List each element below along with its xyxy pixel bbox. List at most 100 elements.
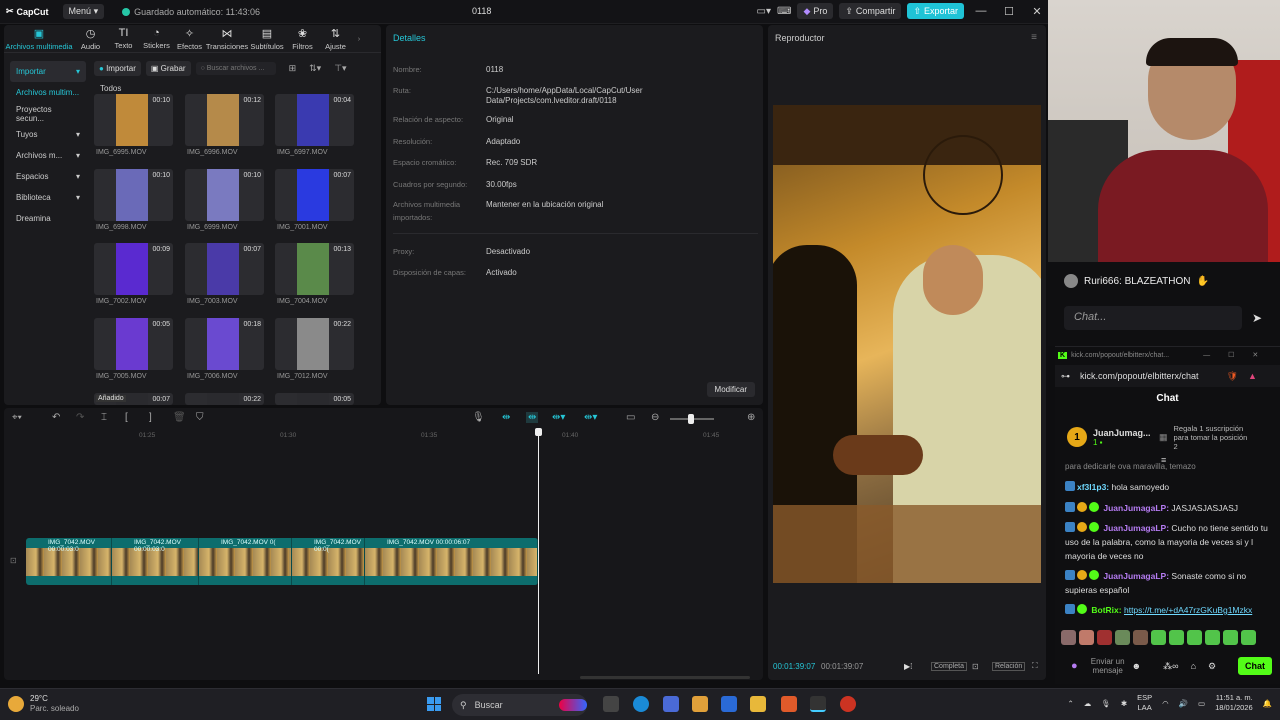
layout-icon[interactable]: ▭▾ xyxy=(757,6,771,17)
notifications-icon[interactable]: 🔔 xyxy=(1263,699,1272,708)
capcut-taskbar-icon[interactable] xyxy=(810,696,826,712)
edge-icon[interactable] xyxy=(633,696,649,712)
record-button[interactable]: ▣ Grabar xyxy=(145,61,191,76)
tab-transitions[interactable]: ⋈ Transiciones xyxy=(206,25,248,52)
more-tabs-chevron-icon[interactable]: › xyxy=(352,25,366,52)
undo-icon[interactable]: ↶ xyxy=(52,412,60,423)
send-message-input[interactable]: Enviar un mensaje xyxy=(1088,657,1128,675)
language-indicator[interactable]: ESP LAA xyxy=(1137,693,1152,713)
split-icon[interactable]: ⌶ xyxy=(101,412,107,423)
chat-send-button[interactable]: Chat xyxy=(1238,657,1272,675)
trim-left-icon[interactable]: [ xyxy=(125,412,128,423)
media-thumbnail[interactable]: 00:05 xyxy=(94,318,173,370)
playhead[interactable] xyxy=(535,428,542,674)
media-thumbnail[interactable]: 00:09 xyxy=(94,243,173,295)
emote[interactable] xyxy=(1061,630,1076,645)
full-quality-button[interactable]: Completa xyxy=(931,662,967,671)
zoom-slider[interactable] xyxy=(670,414,714,424)
tab-subtitles[interactable]: ▤ Subtítulos xyxy=(248,25,286,52)
sidebar-item-import[interactable]: Importar ▾ xyxy=(10,61,86,82)
gear-icon[interactable]: ⚙ xyxy=(1208,661,1216,672)
media-thumbnail[interactable]: 00:12 xyxy=(185,94,264,146)
shortcuts-icon[interactable]: ⌨ xyxy=(777,6,791,17)
bluetooth-icon[interactable]: ✱ xyxy=(1121,699,1127,708)
media-thumbnail[interactable]: 00:10 xyxy=(94,94,173,146)
trim-right-icon[interactable]: ] xyxy=(149,412,152,423)
chat-user[interactable]: BotRix: xyxy=(1091,605,1121,615)
media-search-input[interactable]: ○ Buscar archivos ... xyxy=(195,62,276,75)
maximize-icon[interactable]: ☐ xyxy=(998,5,1020,18)
emote[interactable] xyxy=(1133,630,1148,645)
cloud-icon[interactable]: ☁ xyxy=(1084,699,1092,708)
copilot-icon[interactable] xyxy=(663,696,679,712)
emote[interactable] xyxy=(1205,630,1220,645)
taskbar-search[interactable]: ⚲ Buscar xyxy=(452,694,587,716)
brave-shield-icon[interactable]: 🛡 xyxy=(1227,371,1238,382)
weather-widget[interactable]: 29°C Parc. soleado xyxy=(8,694,79,714)
video-track[interactable]: IMG_7042.MOV 00:00:03:0 IMG_7042.MOV 00:0… xyxy=(26,538,538,585)
emote[interactable] xyxy=(1241,630,1256,645)
export-button[interactable]: ⇧ Exportar xyxy=(907,3,964,19)
store-app-icon[interactable] xyxy=(721,696,737,712)
close-icon[interactable]: ✕ xyxy=(1026,5,1048,18)
play-icon[interactable]: ▶︎⁞ xyxy=(904,662,912,671)
media-thumbnail[interactable]: 00:07 Añadido xyxy=(94,393,173,405)
track-lock-icon[interactable]: ⊡ xyxy=(10,556,17,565)
media-thumbnail[interactable]: 00:22 xyxy=(275,318,354,370)
windows-start-icon[interactable] xyxy=(427,697,441,711)
horizontal-scrollbar[interactable] xyxy=(580,676,750,679)
store-icon[interactable]: ⌂ xyxy=(1191,661,1196,671)
app-icon[interactable] xyxy=(840,696,856,712)
close-icon[interactable]: ✕ xyxy=(1252,351,1258,359)
emote[interactable] xyxy=(1079,630,1094,645)
settings-cluster-icon[interactable]: ⁂∞ xyxy=(1163,661,1178,672)
media-thumbnail[interactable]: 00:07 xyxy=(275,169,354,221)
emote[interactable] xyxy=(1187,630,1202,645)
chat-user[interactable]: xf3l1p3: xyxy=(1077,482,1109,492)
tab-filters[interactable]: ❀ Filtros xyxy=(286,25,319,52)
magnet-icon[interactable]: ⇹ xyxy=(526,412,539,423)
sidebar-item-subprojects[interactable]: Proyectos secun... xyxy=(10,103,86,124)
timeline-clip[interactable]: IMG_7042.MOV 00:00:03:0 xyxy=(112,538,199,585)
emote[interactable] xyxy=(1169,630,1184,645)
tab-stickers[interactable]: ◔ Stickers xyxy=(140,25,173,52)
menu-icon[interactable]: ≡ xyxy=(1031,32,1037,43)
zoom-in-icon[interactable]: ⊕ xyxy=(747,412,755,423)
modify-button[interactable]: Modificar xyxy=(706,382,755,397)
media-thumbnail[interactable]: 00:13 xyxy=(275,243,354,295)
media-thumbnail[interactable]: 00:05 xyxy=(275,393,354,405)
media-thumbnail[interactable]: 00:07 xyxy=(185,243,264,295)
menu-button[interactable]: Menú ▾ xyxy=(62,4,105,19)
maximize-icon[interactable]: ☐ xyxy=(1228,351,1234,359)
chat-link[interactable]: https://t.me/+dA47rzGKuBg1Mzkx xyxy=(1124,605,1252,615)
caption-icon[interactable]: ▭ xyxy=(626,412,635,423)
grid-view-icon[interactable]: ⊞ xyxy=(289,63,297,74)
timeline-clip[interactable]: IMG_7042.MOV 00:0( xyxy=(292,538,365,585)
send-icon[interactable]: ➤ xyxy=(1252,311,1262,325)
zoom-out-icon[interactable]: ⊖ xyxy=(651,412,659,423)
media-thumbnail[interactable]: 00:10 xyxy=(94,169,173,221)
chat-user[interactable]: JuanJumagaLP: xyxy=(1103,523,1169,533)
tab-effects[interactable]: ✧ Efectos xyxy=(173,25,206,52)
tab-adjust[interactable]: ⇅ Ajuste xyxy=(319,25,352,52)
preview-axis-icon[interactable]: ⇹▾ xyxy=(584,412,597,423)
battery-icon[interactable]: ▭ xyxy=(1198,699,1205,708)
sort-icon[interactable]: ⇅▾ xyxy=(309,63,321,74)
emote[interactable] xyxy=(1223,630,1238,645)
brave-icon[interactable] xyxy=(781,696,797,712)
emote[interactable] xyxy=(1151,630,1166,645)
media-thumbnail[interactable]: 00:22 xyxy=(185,393,264,405)
mic-icon[interactable]: ● xyxy=(1071,660,1078,672)
clock[interactable]: 11:51 a. m. 18/01/2026 xyxy=(1215,693,1253,713)
media-thumbnail[interactable]: 00:18 xyxy=(185,318,264,370)
url-bar[interactable]: ⊶ kick.com/popout/elbitterx/chat 🛡 ▲ xyxy=(1055,365,1280,387)
shield-icon[interactable]: ⛉ xyxy=(196,412,204,423)
minimize-icon[interactable]: — xyxy=(970,5,992,17)
zoom-slider-handle[interactable] xyxy=(688,414,694,424)
sidebar-item-spaces[interactable]: Espacios ▾ xyxy=(10,166,86,187)
redo-icon[interactable]: ↷ xyxy=(76,412,84,423)
volume-icon[interactable]: 🔊 xyxy=(1179,699,1188,708)
wifi-icon[interactable]: ◠ xyxy=(1162,699,1169,708)
file-explorer-icon[interactable] xyxy=(750,696,766,712)
emote[interactable] xyxy=(1115,630,1130,645)
